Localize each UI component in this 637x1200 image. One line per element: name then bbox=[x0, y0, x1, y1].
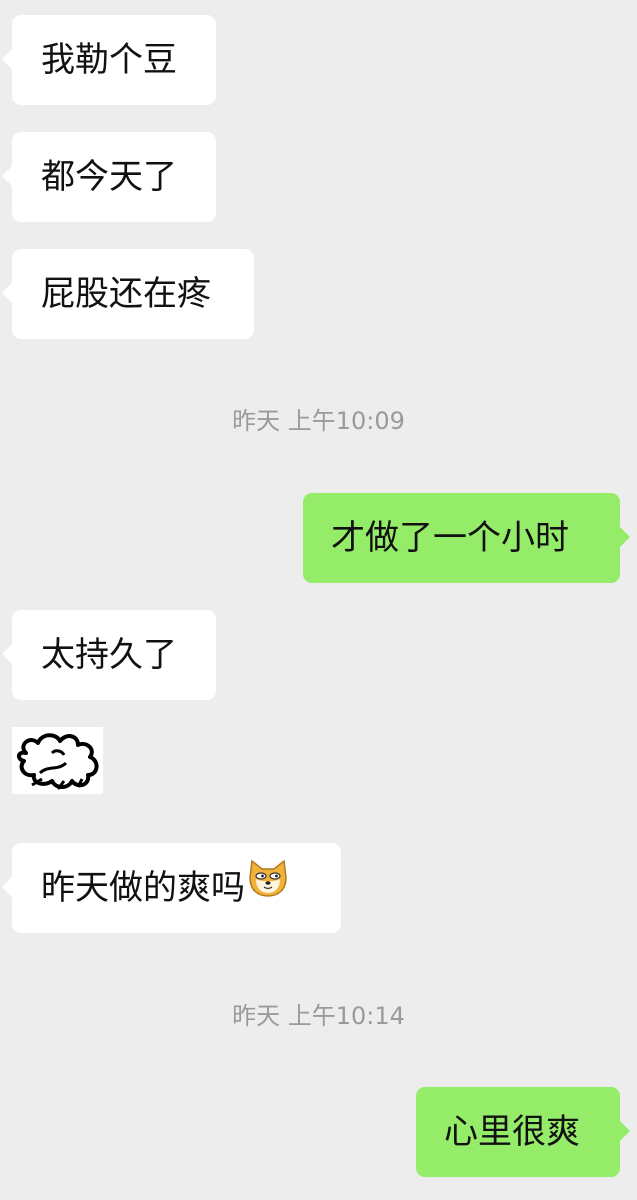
message-text: 我勒个豆 bbox=[41, 40, 177, 80]
message-text: 太持久了 bbox=[41, 635, 177, 675]
message-bubble-incoming[interactable]: 我勒个豆 bbox=[2, 15, 216, 105]
scribble-cloud-sticker[interactable] bbox=[12, 727, 103, 794]
message-text: 昨天做的爽吗 bbox=[41, 868, 245, 908]
message-bubble-outgoing[interactable]: 心里很爽 bbox=[416, 1087, 630, 1177]
message-text: 都今天了 bbox=[41, 157, 177, 197]
message-text: 心里很爽 bbox=[444, 1112, 580, 1152]
doge-emoji-icon bbox=[247, 842, 289, 932]
message-bubble-incoming[interactable]: 屁股还在疼 bbox=[2, 249, 254, 339]
message-bubble-incoming[interactable]: 都今天了 bbox=[2, 132, 216, 222]
timestamp: 昨天 上午10:09 bbox=[232, 407, 405, 435]
scribble-cloud-icon bbox=[17, 733, 99, 790]
timestamp: 昨天 上午10:14 bbox=[232, 1002, 405, 1030]
message-text: 才做了一个小时 bbox=[331, 518, 569, 558]
message-text: 屁股还在疼 bbox=[41, 274, 211, 314]
chat-area[interactable]: 我勒个豆 都今天了 屁股还在疼 昨天 上午10:09 才做了一个小时 太持久了 … bbox=[0, 0, 637, 1200]
message-bubble-incoming[interactable]: 昨天做的爽吗 bbox=[2, 842, 341, 933]
message-bubble-incoming[interactable]: 太持久了 bbox=[2, 610, 216, 700]
message-bubble-outgoing[interactable]: 才做了一个小时 bbox=[303, 493, 630, 583]
